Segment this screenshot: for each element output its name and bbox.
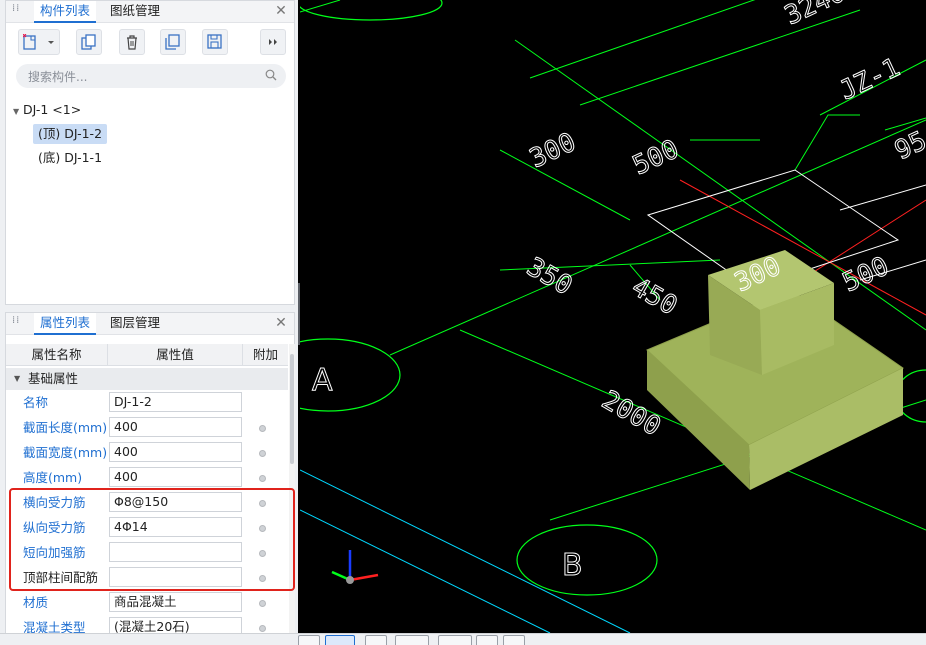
attach-checkbox[interactable] <box>259 575 266 582</box>
status-toggle[interactable] <box>298 635 320 645</box>
tree-expand-icon[interactable]: ▼ <box>13 107 19 116</box>
property-row: 短向加强筋 <box>6 540 288 565</box>
component-list-panel: ⁞⁞ 构件列表 图纸管理 ✕ 搜索构件... ▼ DJ-1 <1> (顶) DJ… <box>5 0 295 305</box>
group-label: 基础属性 <box>28 371 79 386</box>
property-value-input[interactable]: 4Φ14 <box>109 517 242 537</box>
column-header-name: 属性名称 <box>6 344 108 366</box>
column-header-value: 属性值 <box>108 344 243 366</box>
property-value-input[interactable] <box>109 567 242 587</box>
property-name: 高度(mm) <box>23 470 83 485</box>
property-group-basic[interactable]: ▼ 基础属性 <box>6 368 288 390</box>
property-name: 顶部柱间配筋 <box>23 570 99 585</box>
status-toggle-active[interactable] <box>325 635 355 645</box>
component-search-input[interactable]: 搜索构件... <box>16 64 286 88</box>
axis-label-a: A <box>312 363 333 398</box>
status-toggle[interactable] <box>365 635 387 645</box>
axis-label-b: B <box>562 548 583 583</box>
close-icon[interactable]: ✕ <box>274 315 288 331</box>
property-name: 截面宽度(mm) <box>23 445 108 460</box>
tab-drawing-management[interactable]: 图纸管理 <box>104 1 166 23</box>
attach-checkbox[interactable] <box>259 600 266 607</box>
save-component-button[interactable] <box>202 29 228 55</box>
dim-label: 3240 <box>780 0 849 31</box>
tab-layer-management[interactable]: 图层管理 <box>104 313 166 335</box>
search-icon[interactable] <box>265 69 277 81</box>
dim-label: 500 <box>838 251 893 298</box>
tab-component-list[interactable]: 构件列表 <box>34 1 97 23</box>
attach-checkbox[interactable] <box>259 450 266 457</box>
property-list-panel: ⁞⁞ 属性列表 图层管理 ✕ 属性名称 属性值 附加 ▼ 基础属性 名称 DJ-… <box>5 312 295 645</box>
close-icon[interactable]: ✕ <box>274 3 288 19</box>
property-row: 名称 DJ-1-2 <box>6 390 288 415</box>
tab-property-list[interactable]: 属性列表 <box>34 313 97 335</box>
status-toggle[interactable] <box>476 635 498 645</box>
property-row: 截面宽度(mm) 400 <box>6 440 288 465</box>
property-value-input[interactable]: 商品混凝土 <box>109 592 242 612</box>
property-name: 截面长度(mm) <box>23 420 108 435</box>
more-tools-button[interactable] <box>260 29 286 55</box>
property-value-input[interactable]: 400 <box>109 442 242 462</box>
attach-checkbox[interactable] <box>259 525 266 532</box>
cad-viewport[interactable]: 300 500 350 450 2000 300 500 3240 95 JZ-… <box>300 0 926 633</box>
status-toggle[interactable] <box>438 635 472 645</box>
attach-checkbox[interactable] <box>259 500 266 507</box>
property-row: 顶部柱间配筋 <box>6 565 288 590</box>
copy-component-button[interactable] <box>76 29 102 55</box>
property-scrollbar[interactable] <box>289 344 295 644</box>
dim-label: 500 <box>628 134 683 181</box>
attach-checkbox[interactable] <box>259 475 266 482</box>
attach-checkbox[interactable] <box>259 625 266 632</box>
property-table-header: 属性名称 属性值 附加 <box>6 344 288 366</box>
dim-label: 300 <box>525 127 580 174</box>
column-header-extra: 附加 <box>252 347 278 362</box>
layer-copy-button[interactable] <box>160 29 186 55</box>
new-component-button[interactable] <box>18 29 60 55</box>
property-name: 短向加强筋 <box>23 545 86 560</box>
component-tabbar: ⁞⁞ 构件列表 图纸管理 ✕ <box>6 1 294 23</box>
collapse-icon[interactable]: ▼ <box>14 368 20 390</box>
cad-drawing[interactable]: 300 500 350 450 2000 300 500 3240 95 JZ-… <box>300 0 926 633</box>
status-toggle[interactable] <box>503 635 525 645</box>
axis-gizmo-icon <box>331 550 379 584</box>
delete-component-button[interactable] <box>119 29 145 55</box>
tree-item-selected[interactable]: (顶) DJ-1-2 <box>33 124 108 144</box>
property-row: 截面长度(mm) 400 <box>6 415 288 440</box>
status-toggle[interactable] <box>395 635 429 645</box>
status-bar <box>0 633 926 645</box>
property-row: 纵向受力筋 4Φ14 <box>6 515 288 540</box>
property-value-input[interactable]: Φ8@150 <box>109 492 242 512</box>
property-tabbar: ⁞⁞ 属性列表 图层管理 ✕ <box>6 313 294 335</box>
property-row: 材质 商品混凝土 <box>6 590 288 615</box>
property-name: 纵向受力筋 <box>23 520 86 535</box>
property-name: 名称 <box>23 395 49 410</box>
property-name: 材质 <box>23 595 49 610</box>
property-name: 横向受力筋 <box>23 495 86 510</box>
drag-grip-icon[interactable]: ⁞⁞ <box>12 316 20 331</box>
search-placeholder: 搜索构件... <box>28 70 88 84</box>
property-value-input[interactable] <box>109 542 242 562</box>
property-row: 高度(mm) 400 <box>6 465 288 490</box>
tree-item[interactable]: (底) DJ-1-1 <box>38 148 102 168</box>
attach-checkbox[interactable] <box>259 425 266 432</box>
attach-checkbox[interactable] <box>259 550 266 557</box>
property-row: 横向受力筋 Φ8@150 <box>6 490 288 515</box>
dim-label: 450 <box>627 272 683 321</box>
property-value-input[interactable]: DJ-1-2 <box>109 392 242 412</box>
drag-grip-icon[interactable]: ⁞⁞ <box>12 4 20 19</box>
column-label: JZ-1 <box>835 53 904 107</box>
property-value-input[interactable]: 400 <box>109 417 242 437</box>
left-panel: ⁞⁞ 构件列表 图纸管理 ✕ 搜索构件... ▼ DJ-1 <1> (顶) DJ… <box>0 0 298 645</box>
property-value-input[interactable]: 400 <box>109 467 242 487</box>
dim-label: 95 <box>890 126 926 166</box>
scrollbar-thumb[interactable] <box>290 354 294 464</box>
tree-root-item[interactable]: DJ-1 <1> <box>23 100 81 120</box>
